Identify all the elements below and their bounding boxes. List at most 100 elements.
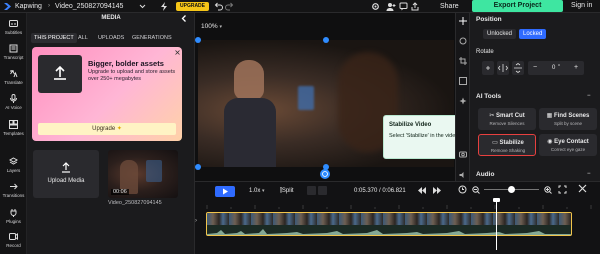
tool-name: ✂ Smart Cut bbox=[478, 112, 536, 119]
find-scenes-button[interactable]: ▦ Find Scenes Split by scene bbox=[539, 108, 597, 130]
chevron-down-icon[interactable] bbox=[139, 2, 146, 10]
skip-back-icon[interactable] bbox=[417, 186, 427, 195]
zoom-select[interactable]: 100% ▾ bbox=[201, 23, 222, 30]
share-icon[interactable] bbox=[411, 2, 419, 11]
fit-timeline-icon[interactable] bbox=[558, 185, 567, 194]
share-button[interactable]: Share bbox=[440, 3, 459, 10]
smart-cut-button[interactable]: ✂ Smart Cut Remove Silences bbox=[478, 108, 536, 130]
effects-icon[interactable] bbox=[459, 97, 467, 105]
app-name[interactable]: Kapwing bbox=[15, 3, 42, 10]
filter-icon[interactable] bbox=[459, 77, 467, 85]
rail-label: Plugins bbox=[6, 219, 21, 224]
speed-select[interactable]: 1.0x ▾ bbox=[249, 188, 265, 194]
tool-subtitle: Correct eye gaze bbox=[550, 147, 586, 152]
close-promo-icon[interactable] bbox=[175, 50, 180, 55]
resize-handle-top-left[interactable] bbox=[195, 37, 201, 43]
locked-toggle[interactable]: Locked bbox=[519, 29, 547, 39]
zoom-out-icon[interactable] bbox=[472, 186, 480, 194]
rotate-stepper[interactable]: − 0 ° + bbox=[528, 61, 584, 75]
breadcrumb-separator: › bbox=[48, 3, 50, 9]
timer-icon[interactable] bbox=[458, 185, 467, 194]
tool-name: ◉ Eye Contact bbox=[539, 138, 597, 145]
video-person-body bbox=[224, 98, 276, 167]
upload-media-button[interactable]: Upload Media bbox=[33, 150, 99, 198]
chevron-down-icon: ▾ bbox=[262, 188, 265, 194]
resize-handle-bottom-left[interactable] bbox=[195, 164, 201, 170]
zoom-in-icon[interactable] bbox=[544, 186, 552, 194]
rail-label: AI Voice bbox=[5, 105, 22, 110]
rail-item-layers[interactable]: Layers bbox=[0, 157, 27, 173]
tool-subtitle: Split by scene bbox=[553, 121, 582, 126]
adjust-icon[interactable] bbox=[459, 37, 467, 45]
rail-item-ai-voice[interactable]: AI Voice bbox=[0, 94, 27, 110]
rail-item-plugins[interactable]: Plugins bbox=[0, 208, 27, 224]
timeline-ruler[interactable] bbox=[195, 201, 600, 209]
add-user-icon[interactable] bbox=[386, 2, 396, 11]
redo-icon[interactable] bbox=[225, 2, 234, 11]
video-track-clip[interactable] bbox=[206, 212, 572, 236]
promo-upgrade-button[interactable]: Upgrade ✦ bbox=[38, 123, 176, 135]
collapse-ai-tools-icon[interactable]: − bbox=[587, 93, 591, 99]
stabilize-button[interactable]: ▭ Stabilize Remove Shaking bbox=[478, 134, 536, 156]
tab-this-project[interactable]: THIS PROJECT bbox=[31, 33, 77, 43]
tool-name: ▦ Find Scenes bbox=[539, 112, 597, 119]
rail-label: Subtitles bbox=[4, 30, 23, 35]
flip-vertical-button[interactable] bbox=[512, 61, 524, 75]
tab-all[interactable]: ALL bbox=[75, 33, 91, 43]
rail-item-subtitles[interactable]: Subtitles bbox=[0, 19, 27, 35]
play-button[interactable] bbox=[215, 186, 235, 197]
undo-icon[interactable] bbox=[214, 2, 223, 11]
upgrade-badge[interactable]: UPGRADE bbox=[176, 2, 210, 11]
zoom-value: 100% bbox=[201, 23, 218, 30]
rotate-button-1[interactable] bbox=[482, 61, 494, 75]
media-item-thumbnail[interactable]: 00:06 bbox=[108, 150, 178, 198]
decrement-icon[interactable]: − bbox=[533, 64, 537, 71]
skip-forward-icon[interactable] bbox=[432, 186, 442, 195]
tab-generations[interactable]: GENERATIONS bbox=[129, 33, 175, 43]
tooltip-title: Stabilize Video bbox=[389, 122, 432, 128]
playhead[interactable] bbox=[496, 200, 497, 250]
comment-icon[interactable] bbox=[399, 2, 408, 11]
unlocked-toggle[interactable]: Unlocked bbox=[483, 29, 517, 39]
flip-horizontal-button[interactable] bbox=[497, 61, 509, 75]
rail-item-transitions[interactable]: Transitions bbox=[0, 182, 27, 198]
settings-gear-icon[interactable] bbox=[371, 2, 380, 11]
eye-contact-button[interactable]: ◉ Eye Contact Correct eye gaze bbox=[539, 134, 597, 156]
close-timeline-icon[interactable] bbox=[578, 184, 587, 193]
undo-timeline-icon[interactable] bbox=[307, 186, 316, 195]
redo-timeline-icon[interactable] bbox=[318, 186, 327, 195]
ai-voice-icon bbox=[9, 94, 18, 103]
export-project-button[interactable]: Export Project bbox=[472, 0, 563, 12]
camera-icon[interactable] bbox=[459, 150, 467, 158]
sign-in-link[interactable]: Sign in bbox=[571, 2, 592, 9]
collapse-audio-icon[interactable]: − bbox=[587, 171, 591, 177]
collapse-panel-chevron-icon[interactable] bbox=[180, 14, 188, 23]
promo-upload-tile bbox=[38, 55, 82, 93]
crop-icon[interactable] bbox=[459, 57, 467, 65]
move-icon[interactable] bbox=[459, 17, 467, 25]
rail-item-templates[interactable]: Templates bbox=[0, 120, 27, 136]
upload-icon bbox=[61, 162, 71, 173]
subtitles-icon bbox=[9, 19, 18, 28]
rail-item-transcript[interactable]: Transcript bbox=[0, 44, 27, 60]
speaker-icon[interactable] bbox=[459, 171, 467, 179]
thumb-screen-glow bbox=[146, 160, 162, 182]
position-title: Position bbox=[476, 16, 502, 23]
split-button[interactable]: ⫿Split bbox=[280, 188, 294, 195]
tab-uploads[interactable]: UPLOADS bbox=[95, 33, 127, 43]
lightning-icon[interactable] bbox=[160, 2, 168, 11]
find-scenes-label: Find Scenes bbox=[554, 113, 590, 119]
resize-handle-top[interactable] bbox=[323, 37, 329, 43]
rotate-handle-icon[interactable] bbox=[320, 169, 330, 179]
eye-contact-label: Eye Contact bbox=[554, 139, 589, 145]
rail-item-translate[interactable]: Translate bbox=[0, 69, 27, 85]
playhead-handle[interactable] bbox=[493, 198, 500, 202]
media-item-name: Video_250827094145 bbox=[108, 200, 162, 206]
expand-track-chevron-icon[interactable]: › bbox=[195, 218, 197, 224]
increment-icon[interactable]: + bbox=[574, 64, 578, 71]
zoom-slider-thumb[interactable] bbox=[508, 186, 515, 193]
project-name[interactable]: Video_250827094145 bbox=[55, 3, 123, 10]
kapwing-logo-icon[interactable] bbox=[3, 2, 12, 11]
rotate-value[interactable]: 0 bbox=[552, 65, 555, 71]
rail-item-record[interactable]: Record bbox=[0, 232, 27, 248]
